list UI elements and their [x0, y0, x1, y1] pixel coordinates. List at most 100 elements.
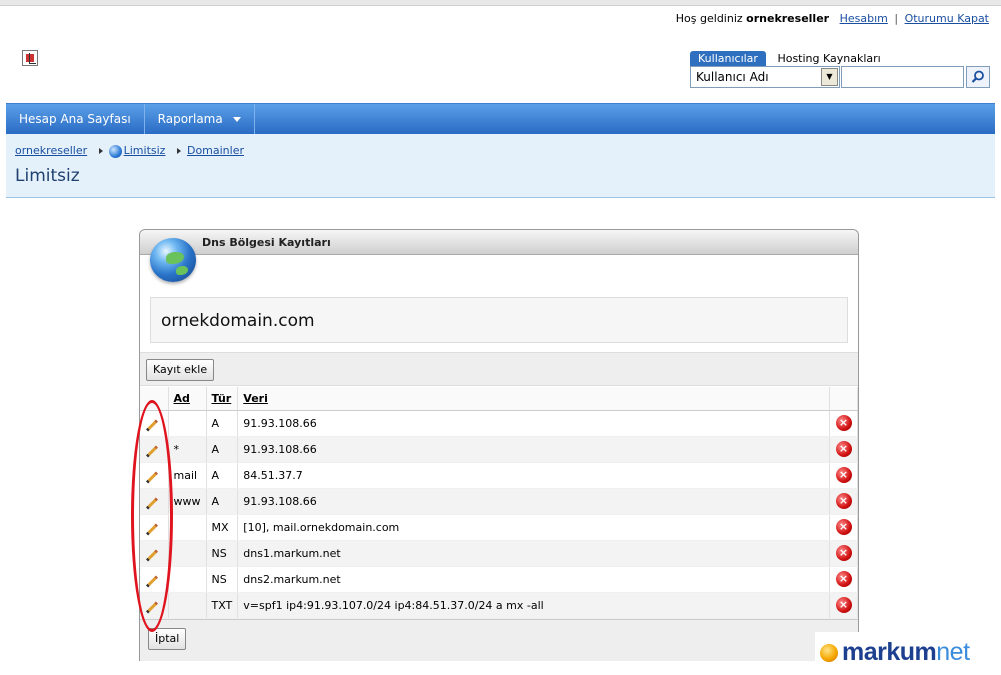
delete-cell[interactable]: ×	[829, 566, 858, 593]
record-name	[168, 592, 207, 619]
delete-cell[interactable]: ×	[829, 410, 858, 437]
search-input[interactable]	[841, 66, 964, 88]
col-delete	[829, 387, 858, 411]
delete-icon[interactable]: ×	[835, 545, 852, 561]
table-header-row: Ad Tür Veri	[140, 387, 858, 411]
delete-icon[interactable]: ×	[835, 467, 852, 483]
search-field-value: Kullanıcı Adı	[696, 70, 769, 84]
search-button[interactable]	[966, 66, 990, 88]
record-data: dns1.markum.net	[237, 540, 830, 567]
globe-icon	[150, 238, 196, 282]
brand-watermark: markumnet	[815, 632, 1000, 670]
search-tabs: Kullanıcılar Hosting Kaynakları	[690, 51, 889, 67]
table-row: NS dns2.markum.net ×	[140, 566, 858, 593]
table-row: www A 91.93.108.66 ×	[140, 488, 858, 515]
breadcrumb-bar: ornekreseller Limitsiz Domainler Limitsi…	[6, 134, 995, 198]
broken-image-icon	[22, 50, 38, 66]
table-row: A 91.93.108.66 ×	[140, 410, 858, 437]
globe-land-shape	[166, 252, 184, 264]
record-name	[168, 566, 207, 593]
record-type: A	[206, 436, 239, 463]
brand-logo-icon	[820, 644, 838, 662]
record-data: v=spf1 ip4:91.93.107.0/24 ip4:84.51.37.0…	[237, 592, 830, 619]
brand-name-bold: markum	[842, 638, 937, 666]
delete-icon[interactable]: ×	[835, 519, 852, 535]
table-row: mail A 84.51.37.7 ×	[140, 462, 858, 489]
record-name	[168, 410, 207, 437]
delete-icon[interactable]: ×	[835, 571, 852, 587]
delete-icon[interactable]: ×	[835, 415, 852, 431]
record-data: [10], mail.ornekdomain.com	[237, 514, 830, 541]
delete-icon[interactable]: ×	[835, 493, 852, 509]
delete-cell[interactable]: ×	[829, 540, 858, 567]
record-name: mail	[168, 462, 207, 489]
record-name: *	[168, 436, 207, 463]
breadcrumb-reseller[interactable]: ornekreseller	[15, 144, 87, 157]
panel-toolbar: Kayıt ekle	[140, 352, 858, 386]
main-nav: Hesap Ana Sayfası Raporlama	[6, 103, 995, 134]
search-bar: Kullanıcı Adı ▼	[690, 66, 991, 88]
annotation-ellipse	[131, 400, 173, 632]
search-field-select[interactable]: Kullanıcı Adı ▼	[690, 66, 840, 88]
panel-header: Dns Bölgesi Kayıtları	[140, 230, 858, 255]
logout-link[interactable]: Oturumu Kapat	[905, 12, 989, 25]
caret-down-icon	[232, 117, 241, 122]
breadcrumb-limitsiz[interactable]: Limitsiz	[124, 144, 166, 157]
welcome-bar: Hoş geldiniz ornekreseller Hesabım | Otu…	[676, 12, 989, 25]
panel-title: Dns Bölgesi Kayıtları	[202, 236, 331, 249]
nav-reporting-label: Raporlama	[157, 112, 223, 126]
breadcrumb-arrow-icon	[98, 148, 103, 154]
delete-cell[interactable]: ×	[829, 436, 858, 463]
record-data: 84.51.37.7	[237, 462, 830, 489]
record-name	[168, 540, 207, 567]
table-row: NS dns1.markum.net ×	[140, 540, 858, 567]
header: Hoş geldiniz ornekreseller Hesabım | Otu…	[6, 6, 995, 103]
record-type: NS	[206, 540, 239, 567]
delete-cell[interactable]: ×	[829, 514, 858, 541]
record-data: dns2.markum.net	[237, 566, 830, 593]
nav-account-home[interactable]: Hesap Ana Sayfası	[6, 104, 145, 134]
record-data: 91.93.108.66	[237, 436, 830, 463]
delete-icon[interactable]: ×	[835, 597, 852, 613]
record-data: 91.93.108.66	[237, 488, 830, 515]
breadcrumb: ornekreseller Limitsiz Domainler	[15, 144, 244, 158]
tab-hosting-resources[interactable]: Hosting Kaynakları	[769, 51, 888, 67]
panel-footer: İptal	[140, 619, 858, 661]
welcome-username: ornekreseller	[746, 12, 830, 25]
account-link[interactable]: Hesabım	[840, 12, 888, 25]
record-name	[168, 514, 207, 541]
nav-account-home-label: Hesap Ana Sayfası	[19, 112, 131, 126]
add-record-button[interactable]: Kayıt ekle	[146, 359, 215, 381]
domain-box: ornekdomain.com	[150, 297, 848, 343]
brand-name: markumnet	[842, 638, 970, 667]
nav-reporting[interactable]: Raporlama	[145, 104, 255, 134]
record-type: TXT	[206, 592, 239, 619]
record-type: A	[206, 462, 239, 489]
breadcrumb-domains[interactable]: Domainler	[187, 144, 244, 157]
record-data: 91.93.108.66	[237, 410, 830, 437]
delete-cell[interactable]: ×	[829, 592, 858, 619]
delete-icon[interactable]: ×	[835, 441, 852, 457]
record-type: A	[206, 488, 239, 515]
globe-land-shape	[176, 266, 188, 275]
delete-cell[interactable]: ×	[829, 488, 858, 515]
globe-icon	[108, 144, 122, 158]
welcome-separator: |	[894, 12, 899, 25]
brand-name-light: net	[936, 638, 970, 666]
delete-cell[interactable]: ×	[829, 462, 858, 489]
table-row: TXT v=spf1 ip4:91.93.107.0/24 ip4:84.51.…	[140, 592, 858, 619]
table-row: * A 91.93.108.66 ×	[140, 436, 858, 463]
dns-records-panel: Dns Bölgesi Kayıtları ornekdomain.com Ka…	[139, 229, 859, 661]
welcome-prefix: Hoş geldiniz	[675, 12, 743, 25]
chevron-down-icon[interactable]: ▼	[821, 68, 838, 86]
record-type: MX	[206, 514, 239, 541]
col-data-header[interactable]: Veri	[237, 387, 830, 411]
col-type-header[interactable]: Tür	[206, 387, 239, 411]
tab-users[interactable]: Kullanıcılar	[690, 51, 766, 67]
col-name-header[interactable]: Ad	[168, 387, 207, 411]
page-title: Limitsiz	[15, 166, 80, 186]
record-type: NS	[206, 566, 239, 593]
table-row: MX [10], mail.ornekdomain.com ×	[140, 514, 858, 541]
search-icon	[971, 70, 984, 83]
record-type: A	[206, 410, 239, 437]
